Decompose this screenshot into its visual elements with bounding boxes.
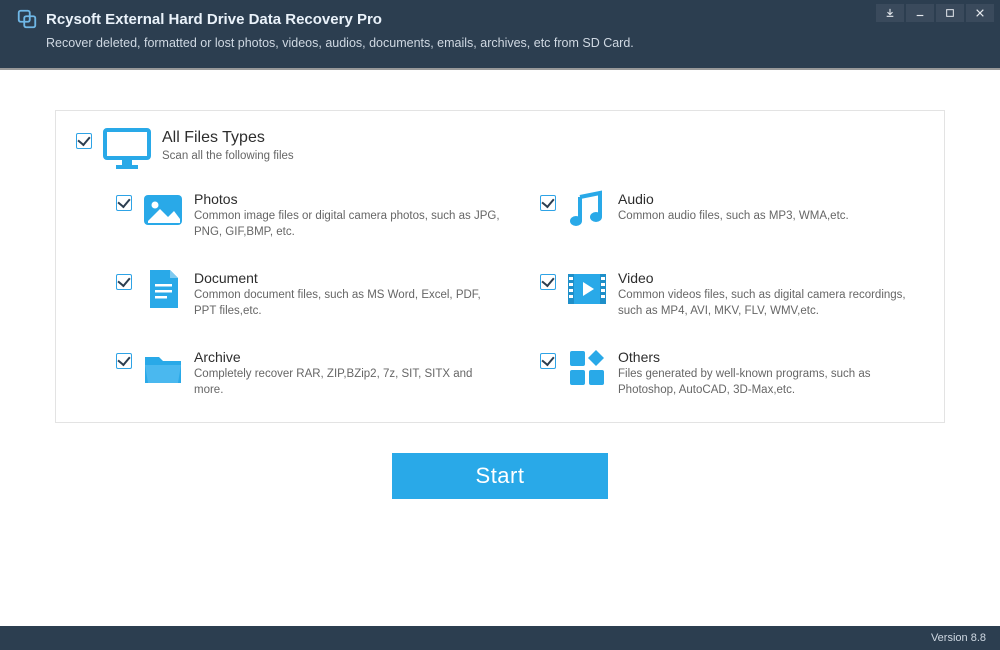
checkbox-video[interactable]	[540, 274, 556, 290]
type-desc: Common audio files, such as MP3, WMA,etc…	[618, 209, 924, 225]
download-button[interactable]	[876, 4, 904, 22]
archive-icon	[142, 347, 184, 389]
type-cell-document: Document Common document files, such as …	[116, 268, 500, 319]
type-title: Video	[618, 270, 924, 286]
document-icon	[142, 268, 184, 310]
photos-icon	[142, 189, 184, 231]
type-desc: Common videos files, such as digital cam…	[618, 288, 924, 319]
checkbox-all-types[interactable]	[76, 133, 92, 149]
minimize-button[interactable]	[906, 4, 934, 22]
all-types-desc: Scan all the following files	[162, 149, 924, 165]
status-bar: Version 8.8	[0, 626, 1000, 650]
file-type-panel: All Files Types Scan all the following f…	[55, 110, 945, 423]
audio-icon	[566, 189, 608, 231]
app-logo-icon	[16, 8, 38, 30]
maximize-button[interactable]	[936, 4, 964, 22]
type-title: Archive	[194, 349, 500, 365]
type-cell-archive: Archive Completely recover RAR, ZIP,BZip…	[116, 347, 500, 398]
type-title: Document	[194, 270, 500, 286]
checkbox-audio[interactable]	[540, 195, 556, 211]
checkbox-others[interactable]	[540, 353, 556, 369]
type-desc: Completely recover RAR, ZIP,BZip2, 7z, S…	[194, 367, 500, 398]
checkbox-document[interactable]	[116, 274, 132, 290]
type-desc: Files generated by well-known programs, …	[618, 367, 924, 398]
checkbox-photos[interactable]	[116, 195, 132, 211]
type-title: Audio	[618, 191, 924, 207]
close-button[interactable]	[966, 4, 994, 22]
version-label: Version 8.8	[931, 632, 986, 644]
type-title: Others	[618, 349, 924, 365]
type-cell-audio: Audio Common audio files, such as MP3, W…	[540, 189, 924, 240]
start-button[interactable]: Start	[392, 453, 608, 499]
type-desc: Common image files or digital camera pho…	[194, 209, 500, 240]
type-title: Photos	[194, 191, 500, 207]
type-cell-video: Video Common videos files, such as digit…	[540, 268, 924, 319]
type-cell-photos: Photos Common image files or digital cam…	[116, 189, 500, 240]
checkbox-archive[interactable]	[116, 353, 132, 369]
video-icon	[566, 268, 608, 310]
app-title: Rcysoft External Hard Drive Data Recover…	[46, 11, 382, 28]
type-cell-others: Others Files generated by well-known pro…	[540, 347, 924, 398]
all-types-row: All Files Types Scan all the following f…	[76, 121, 924, 189]
app-subtitle: Recover deleted, formatted or lost photo…	[46, 36, 984, 50]
all-types-title: All Files Types	[162, 129, 924, 147]
app-header: Rcysoft External Hard Drive Data Recover…	[0, 0, 1000, 68]
others-icon	[566, 347, 608, 389]
type-desc: Common document files, such as MS Word, …	[194, 288, 500, 319]
window-controls	[876, 4, 994, 22]
monitor-icon	[102, 127, 152, 171]
